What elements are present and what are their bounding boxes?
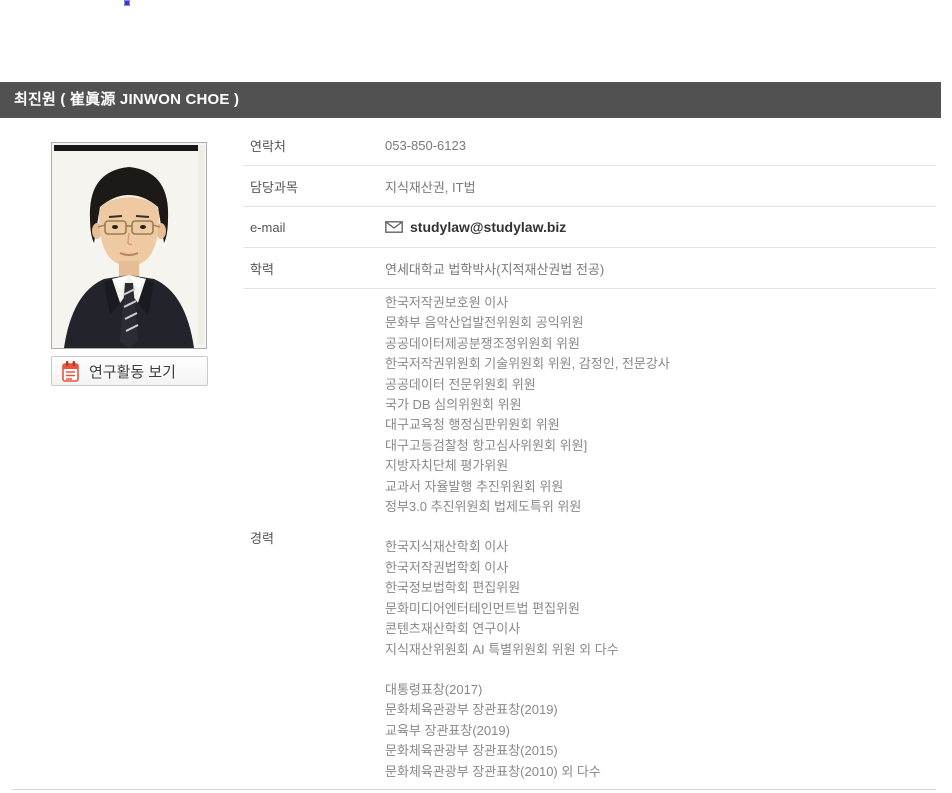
info-row-career: 경력 한국저작권보호원 이사 문화부 음악산업발전위원회 공익위원 공공데이터제… bbox=[243, 289, 936, 784]
email-label: e-mail bbox=[243, 220, 385, 235]
memo-icon bbox=[61, 360, 80, 382]
career-group-awards: 대통령표창(2017) 문화체육관광부 장관표창(2019) 교육부 장관표창(… bbox=[385, 680, 670, 782]
info-row-education: 학력 연세대학교 법학박사(지적재산권법 전공) bbox=[243, 248, 936, 289]
education-label: 학력 bbox=[243, 259, 385, 278]
info-row-contact: 연락처 053-850-6123 bbox=[243, 125, 936, 166]
career-group-academic: 한국지식재산학회 이사 한국저작권법학회 이사 한국정보법학회 편집위원 문화미… bbox=[385, 537, 670, 659]
career-group-public: 한국저작권보호원 이사 문화부 음악산업발전위원회 공익위원 공공데이터제공분쟁… bbox=[385, 293, 670, 517]
profile-title-bar: 최진원 ( 崔眞源 JINWON CHOE ) bbox=[0, 82, 941, 118]
email-link[interactable]: studylaw@studylaw.biz bbox=[385, 219, 566, 235]
career-groups: 한국저작권보호원 이사 문화부 음악산업발전위원회 공익위원 공공데이터제공분쟁… bbox=[385, 293, 670, 782]
photo-column: 연구활동 보기 bbox=[51, 142, 209, 386]
research-activity-button-label: 연구활동 보기 bbox=[89, 361, 176, 382]
research-activity-button[interactable]: 연구활동 보기 bbox=[51, 356, 208, 386]
career-label: 경력 bbox=[243, 528, 385, 547]
envelope-icon bbox=[385, 221, 403, 233]
profile-content: 연구활동 보기 연락처 053-850-6123 담당과목 지식재산권, IT법… bbox=[12, 118, 936, 790]
email-address: studylaw@studylaw.biz bbox=[410, 219, 566, 235]
contact-value: 053-850-6123 bbox=[385, 138, 466, 153]
subjects-label: 담당과목 bbox=[243, 177, 385, 196]
portrait-illustration bbox=[52, 143, 206, 348]
education-value: 연세대학교 법학박사(지적재산권법 전공) bbox=[385, 259, 604, 278]
page-title: 최진원 ( 崔眞源 JINWON CHOE ) bbox=[14, 91, 239, 108]
info-row-email: e-mail studylaw@studylaw.biz bbox=[243, 207, 936, 248]
profile-info-table: 연락처 053-850-6123 담당과목 지식재산권, IT법 e-mail … bbox=[243, 125, 936, 784]
contact-label: 연락처 bbox=[243, 136, 385, 155]
stray-blue-mark bbox=[125, 1, 129, 5]
subjects-value: 지식재산권, IT법 bbox=[385, 177, 476, 196]
info-row-subjects: 담당과목 지식재산권, IT법 bbox=[243, 166, 936, 207]
profile-photo bbox=[51, 142, 207, 349]
